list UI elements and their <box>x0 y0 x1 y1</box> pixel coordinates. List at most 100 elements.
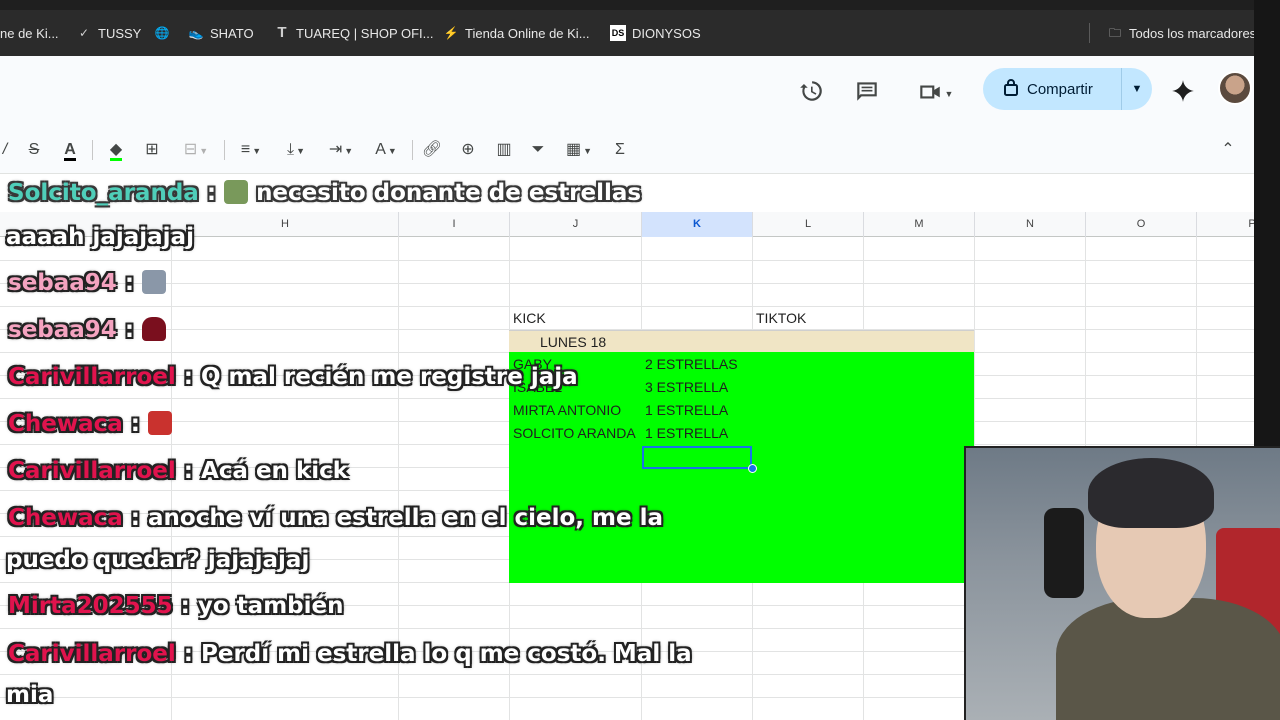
chat-message-continued: mia <box>6 682 54 708</box>
chat-username: Carivillarroel <box>8 364 176 390</box>
chat-username: Chewaca <box>8 411 123 437</box>
collapse-toolbar-chevron-up-icon[interactable]: ⌃ <box>1216 138 1240 162</box>
selected-cell[interactable] <box>642 446 752 469</box>
share-main[interactable]: Compartir <box>983 68 1121 110</box>
car-emote-icon <box>224 180 249 204</box>
swoosh-icon: ✓ <box>78 26 90 40</box>
functions-sigma-icon[interactable]: Σ <box>608 138 632 162</box>
bookmark-item[interactable]: 🌐 <box>154 10 170 56</box>
comment-icon[interactable] <box>854 78 880 104</box>
chat-separator: : <box>183 364 193 390</box>
bookmark-item[interactable]: T TUAREQ | SHOP OFI... <box>274 10 434 56</box>
bookmark-item[interactable]: 👟 SHATO <box>188 10 254 56</box>
column-header[interactable]: J <box>510 212 642 237</box>
chat-separator: : <box>124 317 135 343</box>
chat-text: anoche ví una estrella en el cielo, me l… <box>148 505 663 531</box>
bookmark-item[interactable]: ⚡ Tienda Online de Ki... <box>443 10 590 56</box>
chat-separator: : <box>180 593 190 619</box>
ds-logo-icon: DS <box>610 25 626 41</box>
bookmark-label: TUAREQ | SHOP OFI... <box>296 25 434 41</box>
table-icon[interactable]: ▦ ▼ <box>560 138 598 162</box>
chat-separator: : <box>130 411 140 437</box>
merge-cells-icon[interactable]: ⊟ ▼ <box>176 138 216 162</box>
column-header[interactable]: I <box>399 212 510 237</box>
lock-icon <box>1003 78 1019 100</box>
column-header[interactable]: O <box>1086 212 1197 237</box>
bookmark-label: SHATO <box>210 25 254 41</box>
strikethrough-icon[interactable]: S <box>22 138 46 162</box>
column-header-selected[interactable]: K <box>642 212 753 237</box>
hat-emote-icon <box>142 317 167 341</box>
cell-stars[interactable]: 1 ESTRELLA <box>645 402 728 418</box>
horizontal-align-icon[interactable]: ≡ ▼ <box>232 138 270 162</box>
chat-separator: : <box>183 458 193 484</box>
globe-icon: 🌐 <box>154 26 170 40</box>
chat-message: Carivillarroel : Perdí mi estrella lo q … <box>8 641 692 667</box>
chat-text: Q mal recién me registre jaja <box>201 364 578 390</box>
chat-username: sebaa94 <box>8 270 117 296</box>
chat-username: sebaa94 <box>8 317 117 343</box>
date-header-row[interactable]: LUNES 18 <box>509 330 974 353</box>
text-wrapping-icon[interactable]: ⇥ ▼ <box>322 138 360 162</box>
share-options-chevron-down-icon[interactable]: ▼ <box>1121 68 1152 110</box>
bookmarks-separator <box>1089 23 1090 43</box>
insert-chart-icon[interactable]: ▥ <box>492 138 516 162</box>
browser-tab-strip <box>0 0 1280 10</box>
cell-stars[interactable]: 1 ESTRELLA <box>645 425 728 441</box>
browser-edge <box>1254 0 1280 446</box>
insert-comment-icon[interactable]: ⊕ <box>456 138 480 162</box>
bookmark-label: Tienda Online de Ki... <box>465 25 590 41</box>
chat-message: Chewaca : <box>8 411 173 437</box>
column-header[interactable]: H <box>172 212 399 237</box>
bookmarks-bar: ne de Ki... ✓ TUSSY 🌐 👟 SHATO T TUAREQ |… <box>0 10 1256 56</box>
column-header[interactable]: P <box>1197 212 1254 237</box>
chat-text: Acá en kick <box>201 458 349 484</box>
italic-icon[interactable]: / <box>0 138 10 162</box>
share-button[interactable]: Compartir ▼ <box>983 68 1152 110</box>
chat-username: Mirta202555 <box>8 593 173 619</box>
avatar[interactable] <box>1218 71 1252 105</box>
bookmark-label: Todos los marcadores <box>1129 25 1257 41</box>
borders-icon[interactable]: ⊞ <box>140 138 164 162</box>
cell-name[interactable]: MIRTA ANTONIO <box>513 402 621 418</box>
fill-color-icon[interactable]: ◆ <box>104 138 128 162</box>
bookmark-label: ne de Ki... <box>0 25 59 41</box>
cell-date-label: LUNES 18 <box>540 334 607 350</box>
cell-stars[interactable]: 2 ESTRELLAS <box>645 356 738 372</box>
column-header[interactable]: N <box>975 212 1086 237</box>
grid-line <box>0 283 1254 284</box>
column-header[interactable]: M <box>864 212 975 237</box>
chat-separator: : <box>130 505 140 531</box>
bookmark-item[interactable]: DS DIONYSOS <box>610 10 701 56</box>
toolbar-separator <box>224 140 225 160</box>
chat-message-continued: aaaah jajajajaj <box>6 224 194 250</box>
person-emote-icon <box>142 270 167 294</box>
chat-username: Carivillarroel <box>8 641 176 667</box>
cell-name[interactable]: SOLCITO ARANDA <box>513 425 636 441</box>
bookmark-item[interactable]: ne de Ki... <box>0 10 59 56</box>
column-header[interactable]: L <box>753 212 864 237</box>
gemini-sparkle-icon[interactable] <box>1170 78 1196 104</box>
history-icon[interactable] <box>798 78 824 104</box>
vertical-align-icon[interactable]: ⤓ ▼ <box>278 138 314 162</box>
shoe-icon: ⚡ <box>443 26 459 40</box>
insert-link-icon[interactable]: 🔗︎ <box>420 138 444 162</box>
microphone-icon <box>1044 508 1084 598</box>
video-call-icon[interactable]: ▼ <box>912 78 958 104</box>
filter-icon[interactable]: ⏷ <box>526 138 550 162</box>
chat-message: Chewaca : anoche ví una estrella en el c… <box>8 505 663 531</box>
grid-line <box>0 306 1254 307</box>
folder-icon: 🗀 <box>1108 26 1121 40</box>
chat-separator: : <box>124 270 135 296</box>
chat-message: sebaa94 : <box>8 317 167 343</box>
text-color-icon[interactable]: A <box>58 138 82 162</box>
all-bookmarks-button[interactable]: 🗀 Todos los marcadores <box>1107 10 1256 56</box>
cell-tiktok-label[interactable]: TIKTOK <box>756 310 806 326</box>
chat-message: Mirta202555 : yo también <box>8 593 344 619</box>
bookmark-item[interactable]: ✓ TUSSY <box>76 10 141 56</box>
text-rotation-icon[interactable]: A ▼ <box>368 138 404 162</box>
cell-stars[interactable]: 3 ESTRELLA <box>645 379 728 395</box>
fill-handle[interactable] <box>748 464 757 473</box>
cell-kick-label[interactable]: KICK <box>513 310 546 326</box>
grid-line <box>0 260 1254 261</box>
